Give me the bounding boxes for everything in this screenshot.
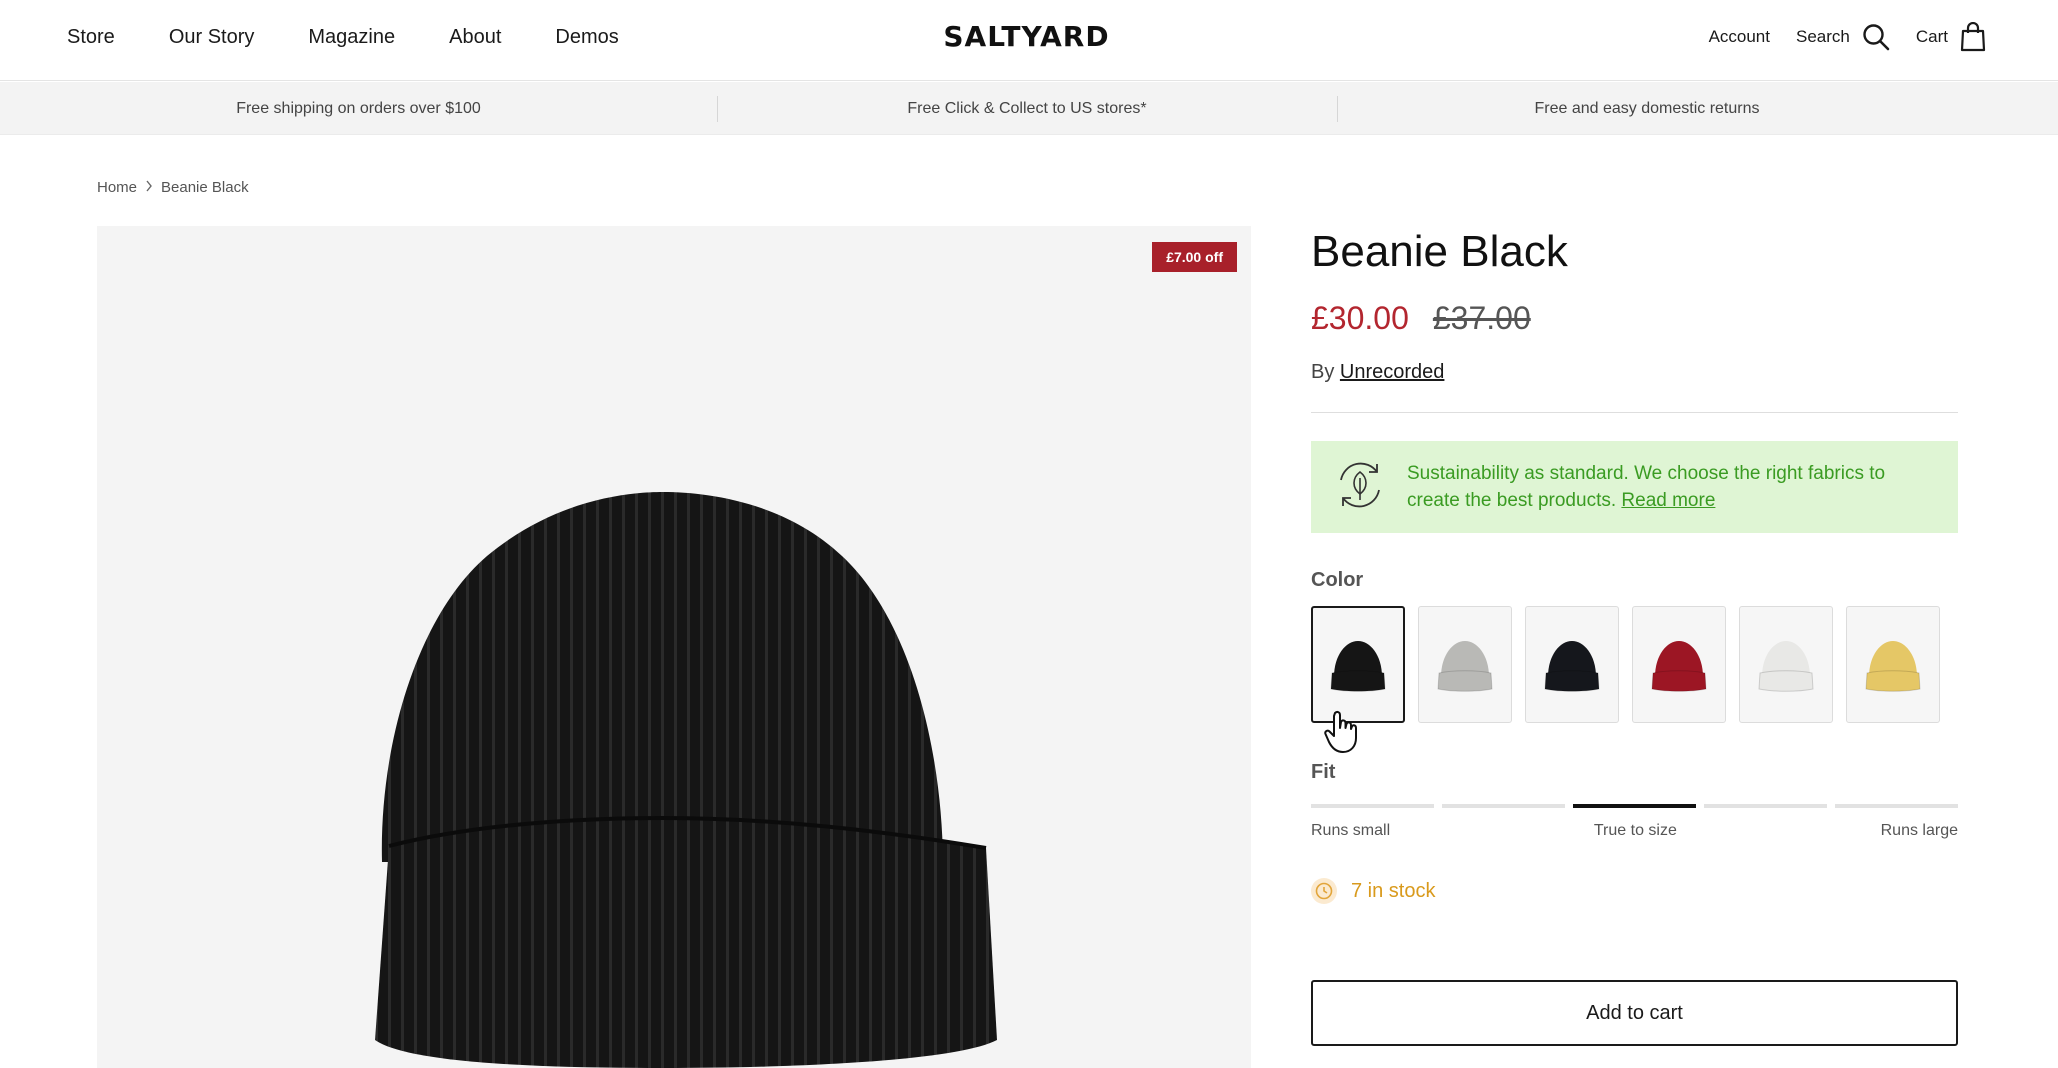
vendor-prefix: By xyxy=(1311,361,1335,383)
stock-status: 7 in stock xyxy=(1311,878,1958,904)
fit-scale-segment xyxy=(1442,804,1565,808)
price-block: £30.00 £37.00 xyxy=(1311,300,1958,337)
product-image[interactable]: £7.00 off xyxy=(97,226,1251,1068)
color-swatches xyxy=(1311,606,1958,723)
divider xyxy=(1311,412,1958,413)
nav-our-story[interactable]: Our Story xyxy=(169,26,255,49)
product-info: Beanie Black £30.00 £37.00 By Unrecorded… xyxy=(1311,226,1958,1046)
beanie-thumbnail-icon xyxy=(1544,640,1600,692)
nav-store[interactable]: Store xyxy=(67,26,115,49)
main-nav: Store Our Story Magazine About Demos xyxy=(67,0,619,74)
fit-scale xyxy=(1311,804,1958,808)
site-header: Store Our Story Magazine About Demos SAL… xyxy=(0,0,2058,81)
read-more-link[interactable]: Read more xyxy=(1621,490,1715,511)
site-logo[interactable]: SALTYARD xyxy=(925,20,1128,54)
chevron-right-icon xyxy=(145,179,153,196)
fit-true-to-size: True to size xyxy=(1593,822,1677,839)
vendor-line: By Unrecorded xyxy=(1311,361,1958,384)
color-swatch[interactable] xyxy=(1418,606,1512,723)
fit-scale-segment xyxy=(1573,804,1696,808)
announcement-click-collect: Free Click & Collect to US stores* xyxy=(907,100,1147,117)
color-swatch[interactable] xyxy=(1311,606,1405,723)
leaf-recycle-icon xyxy=(1333,458,1387,517)
cart-button[interactable]: Cart xyxy=(1916,22,1986,52)
search-button[interactable]: Search xyxy=(1796,23,1890,51)
nav-about[interactable]: About xyxy=(449,26,501,49)
color-label: Color xyxy=(1311,569,1364,591)
cart-label: Cart xyxy=(1915,27,1948,46)
fit-label: Fit xyxy=(1311,761,1336,783)
discount-badge: £7.00 off xyxy=(1152,242,1237,272)
clock-icon xyxy=(1311,878,1337,904)
fit-scale-segment xyxy=(1311,804,1434,808)
color-swatch[interactable] xyxy=(1846,606,1940,723)
shopping-bag-icon xyxy=(1960,22,1986,52)
add-to-cart-button[interactable]: Add to cart xyxy=(1311,980,1958,1046)
product-title: Beanie Black xyxy=(1311,227,1568,276)
sustainability-banner: Sustainability as standard. We choose th… xyxy=(1311,441,1958,533)
breadcrumb-home[interactable]: Home xyxy=(97,179,137,196)
color-swatch[interactable] xyxy=(1632,606,1726,723)
account-link[interactable]: Account xyxy=(1709,27,1770,47)
sustainability-text: Sustainability as standard. We choose th… xyxy=(1407,460,1936,514)
beanie-thumbnail-icon xyxy=(1865,640,1921,692)
sale-price: £30.00 xyxy=(1311,300,1409,336)
vendor-link[interactable]: Unrecorded xyxy=(1340,361,1445,383)
fit-runs-large: Runs large xyxy=(1880,822,1958,839)
nav-magazine[interactable]: Magazine xyxy=(308,26,395,49)
beanie-thumbnail-icon xyxy=(1651,640,1707,692)
announcement-shipping: Free shipping on orders over $100 xyxy=(236,100,481,117)
fit-runs-small: Runs small xyxy=(1311,822,1391,839)
fit-scale-segment xyxy=(1835,804,1958,808)
announcement-bar: Free shipping on orders over $100 Free C… xyxy=(0,82,2058,135)
fit-scale-labels: Runs small True to size Runs large xyxy=(1311,822,1958,840)
stock-text: 7 in stock xyxy=(1351,879,1436,902)
beanie-image xyxy=(375,492,997,1068)
beanie-thumbnail-icon xyxy=(1330,640,1386,692)
compare-price: £37.00 xyxy=(1432,300,1531,336)
beanie-thumbnail-icon xyxy=(1758,640,1814,692)
breadcrumb: Home Beanie Black xyxy=(97,179,249,196)
fit-scale-segment xyxy=(1704,804,1827,808)
search-icon xyxy=(1862,23,1890,51)
beanie-thumbnail-icon xyxy=(1437,640,1493,692)
breadcrumb-current: Beanie Black xyxy=(161,179,249,196)
header-actions: Account Search Cart xyxy=(1709,0,1986,74)
hand-cursor-icon xyxy=(1324,710,1360,759)
color-swatch[interactable] xyxy=(1525,606,1619,723)
search-label: Search xyxy=(1796,27,1850,46)
color-swatch[interactable] xyxy=(1739,606,1833,723)
nav-demos[interactable]: Demos xyxy=(555,26,618,49)
announcement-returns: Free and easy domestic returns xyxy=(1534,100,1760,117)
